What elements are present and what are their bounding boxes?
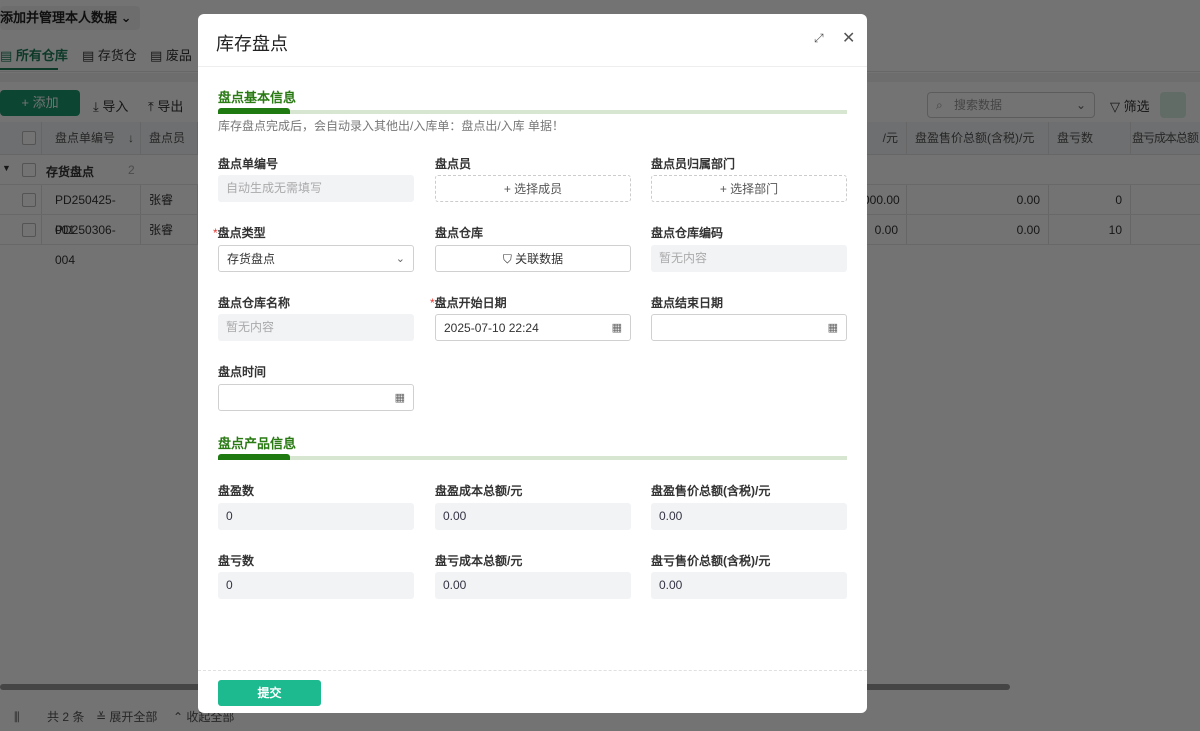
loss-sale-field: 0.00 <box>651 572 847 599</box>
chevron-down-icon: ⌄ <box>395 253 405 265</box>
search-input[interactable]: ⌕ 搜索数据 ⌄ <box>927 92 1095 118</box>
calendar-icon: ▦ <box>611 322 622 334</box>
profit-cost-field: 0.00 <box>435 503 631 530</box>
cell-code: PD250425-001 <box>42 185 141 237</box>
col-code[interactable]: 盘点单编号 ↓ <box>42 122 141 154</box>
tab-stock-warehouse[interactable]: ▤ 存货仓 <box>82 45 137 64</box>
dialog-header: 库存盘点 ⤢ ✕ <box>198 14 867 67</box>
import-button[interactable]: ⤓ 导入 <box>93 96 128 115</box>
warehouse-code-label: 盘点仓库编码 <box>651 226 724 240</box>
start-date-label: *盘点开始日期 <box>430 296 507 310</box>
loss-cost-field: 0.00 <box>435 572 631 599</box>
cell-operator: 张睿 <box>141 215 198 244</box>
loss-count-field: 0 <box>218 572 414 599</box>
loss-sale-label: 盘亏售价总额(含税)/元 <box>651 554 771 568</box>
section-divider <box>218 454 847 460</box>
maximize-icon[interactable]: ⤢ <box>814 31 824 46</box>
filter-icon: ▽ <box>1110 99 1120 114</box>
loss-cost-label: 盘亏成本总额/元 <box>435 554 523 568</box>
link-tag-icon: ⛉ <box>502 252 512 266</box>
type-label: *盘点类型 <box>213 226 266 240</box>
profit-sale-label: 盘盈售价总额(含税)/元 <box>651 484 771 498</box>
select-member-button[interactable]: + 选择成员 <box>435 175 631 202</box>
link-data-button[interactable]: ⛉ 关联数据 <box>435 245 631 272</box>
cell-loss-count: 0 <box>1049 185 1131 214</box>
download-icon: ⤓ <box>93 99 99 114</box>
filter-button[interactable]: ▽ 筛选 <box>1110 96 1150 115</box>
warehouse-name-field: 暂无内容 <box>218 314 414 341</box>
expand-all-button[interactable]: ≚ 展开全部 <box>96 703 157 731</box>
search-icon: ⌕ <box>936 98 943 112</box>
dept-label: 盘点员归属部门 <box>651 157 736 171</box>
sort-down-icon[interactable]: ↓ <box>128 122 134 155</box>
active-tab-indicator <box>0 68 58 70</box>
col-loss-cost[interactable]: 盘亏成本总额 <box>1131 122 1200 154</box>
upload-icon: ⤒ <box>148 99 154 114</box>
row-checkbox[interactable] <box>22 193 36 207</box>
caret-down-icon[interactable]: ▼ <box>2 163 11 173</box>
export-button[interactable]: ⤒ 导出 <box>148 96 183 115</box>
code-field: 自动生成无需填写 <box>218 175 414 202</box>
operator-label: 盘点员 <box>435 157 472 171</box>
warehouse-name-label: 盘点仓库名称 <box>218 296 291 310</box>
end-date-label: 盘点结束日期 <box>651 296 724 310</box>
row-checkbox[interactable] <box>22 163 36 177</box>
chevron-down-icon: ⌄ <box>1075 98 1086 112</box>
profit-count-field: 0 <box>218 503 414 530</box>
section-divider <box>218 108 847 114</box>
type-select[interactable]: 存货盘点 ⌄ <box>218 245 414 272</box>
submit-button[interactable]: 提交 <box>218 680 321 706</box>
inventory-check-dialog: 库存盘点 ⤢ ✕ 盘点基本信息 库存盘点完成后，会自动录入其他出/入库单：盘点出… <box>198 14 867 713</box>
dialog-footer: 提交 <box>198 670 867 713</box>
section-basic-title: 盘点基本信息 <box>218 90 297 105</box>
select-all-checkbox[interactable] <box>22 131 36 145</box>
column-settings-icon[interactable]: ⫼ <box>14 703 20 731</box>
section-note: 库存盘点完成后，会自动录入其他出/入库单：盘点出/入库 单据！ <box>218 119 565 133</box>
end-date-input[interactable]: ▦ <box>651 314 847 341</box>
warehouse-label: 盘点仓库 <box>435 226 484 240</box>
code-label: 盘点单编号 <box>218 157 279 171</box>
col-profit-sale[interactable]: 盘盈售价总额(含税)/元 <box>907 122 1049 154</box>
time-label: 盘点时间 <box>218 365 267 379</box>
calendar-icon: ▦ <box>394 392 405 404</box>
profit-cost-label: 盘盈成本总额/元 <box>435 484 523 498</box>
cell-loss-count: 10 <box>1049 215 1131 244</box>
chevron-down-icon: ⌄ <box>120 10 132 25</box>
add-button[interactable]: + 添加 <box>0 90 80 116</box>
warehouse-code-field: 暂无内容 <box>651 245 847 272</box>
profit-sale-field: 0.00 <box>651 503 847 530</box>
scope-selector[interactable]: 添加并管理本人数据 ⌄ <box>0 6 140 30</box>
refresh-button[interactable] <box>1160 92 1186 118</box>
col-operator[interactable]: 盘点员 <box>141 122 198 154</box>
dialog-title: 库存盘点 <box>216 34 288 54</box>
calendar-icon: ▦ <box>827 322 838 334</box>
start-date-input[interactable]: 2025-07-10 22:24 ▦ <box>435 314 631 341</box>
select-dept-button[interactable]: + 选择部门 <box>651 175 847 202</box>
tab-scrap-warehouse[interactable]: ▤ 废品 <box>150 45 192 64</box>
loss-count-label: 盘亏数 <box>218 554 255 568</box>
row-checkbox[interactable] <box>22 223 36 237</box>
time-input[interactable]: ▦ <box>218 384 414 411</box>
section-product-title: 盘点产品信息 <box>218 436 297 451</box>
cell-profit-sale: 0.00 <box>907 215 1049 244</box>
tab-all-warehouses[interactable]: ▤ 所有仓库 <box>0 45 68 64</box>
col-loss-count[interactable]: 盘亏数 <box>1049 122 1131 154</box>
close-icon[interactable]: ✕ <box>842 28 855 48</box>
cell-operator: 张睿 <box>141 185 198 214</box>
cell-profit-sale: 0.00 <box>907 185 1049 214</box>
cell-code: PD250306-004 <box>42 215 141 267</box>
profit-count-label: 盘盈数 <box>218 484 255 498</box>
